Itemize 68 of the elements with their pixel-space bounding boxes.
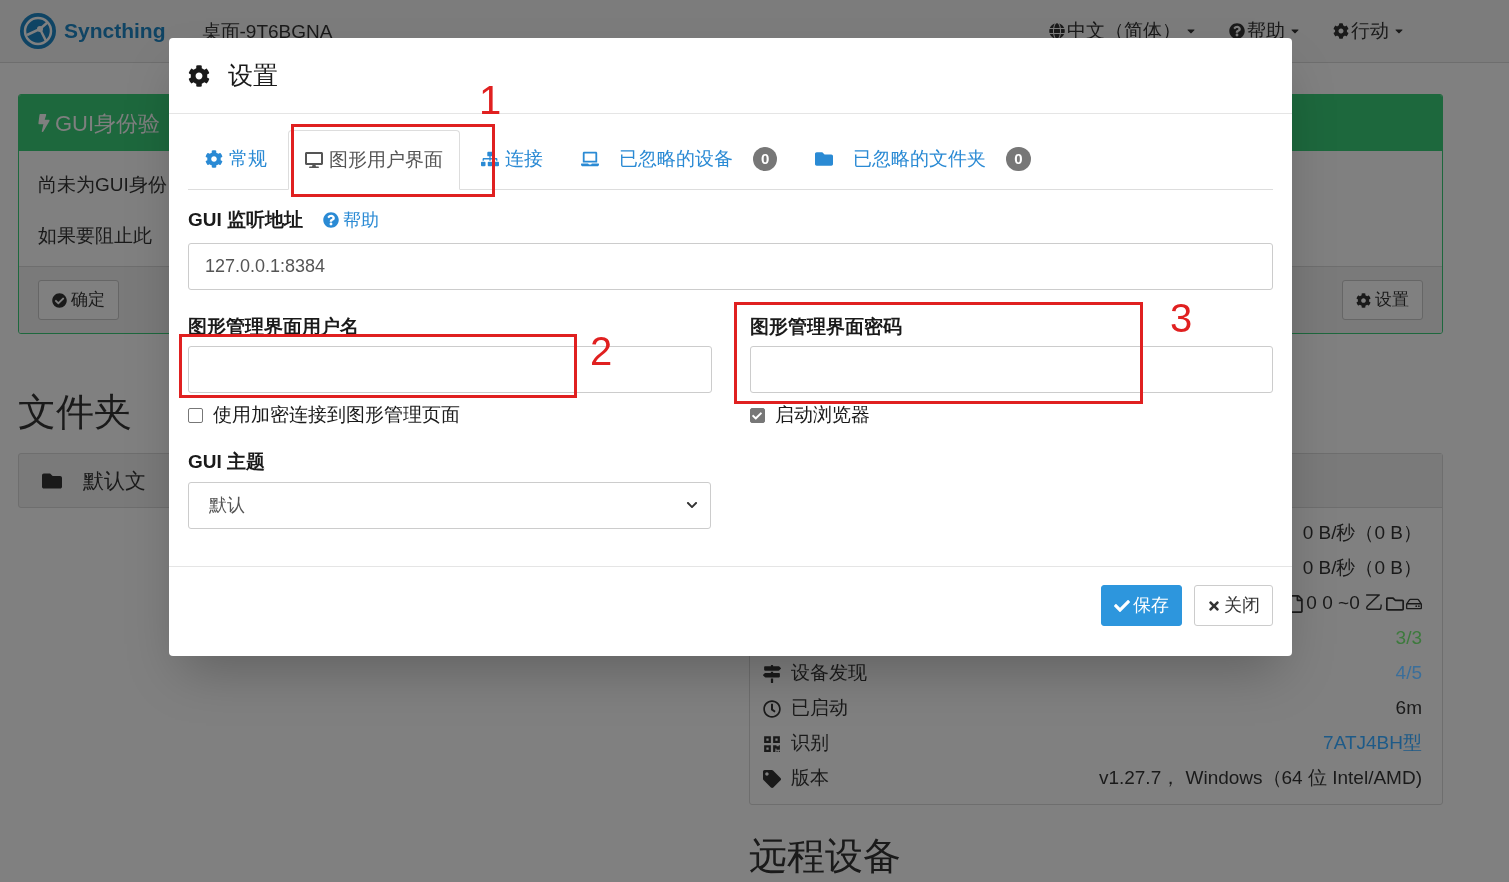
stat-value: v1.27.7， Windows（64 位 Intel/AMD) [1098,766,1422,791]
dialog-title: 设置 [228,59,278,91]
settings-icon [188,64,210,87]
help-icon [1229,23,1245,39]
stat-value: 0 0 ~0 乙 [1306,591,1384,616]
checkbox[interactable] [749,408,765,423]
checkbox[interactable] [188,408,203,423]
brand-name[interactable]: Syncthing [64,15,166,47]
password-field[interactable] [749,345,1273,393]
notice-text: 如果要阻止此 [38,223,153,248]
close-icon [1207,598,1221,613]
section-heading: 文件夹 [18,390,132,435]
globe-icon [1049,23,1065,39]
annotation-number: 1 [479,78,502,122]
signpost-icon [763,664,781,683]
help-icon [323,212,340,229]
tab[interactable]: 图形用户界面 [288,130,460,190]
nav-menu[interactable]: 帮助 [1229,16,1301,46]
count-badge: 0 [753,147,778,171]
check-icon [1114,597,1130,614]
theme-select[interactable]: 默认 [188,481,711,529]
qr-code-icon [763,734,781,753]
tab[interactable]: 已忽略的设备 0 [564,129,795,189]
network-icon [481,150,499,168]
notice-button[interactable]: 设置 [1342,280,1423,320]
notice-text: 尚未为GUI身份 [38,173,168,197]
folder-name: 默认文 [83,467,146,494]
nav-menu[interactable]: 行动 [1333,16,1405,46]
tag-icon [763,769,781,788]
stat-label: 识别 [791,731,829,756]
field-label: 图形管理界面密码 [749,314,902,339]
save-button[interactable]: 保存 [1101,585,1182,626]
chevron-down-icon [686,499,698,511]
stat-value: 4/5 [1395,661,1422,686]
bolt-icon [37,114,51,132]
laptop-icon [581,150,599,168]
section-heading: 远程设备 [749,834,901,879]
stat-label: 版本 [791,766,829,791]
notice-title: GUI身份验 [55,109,161,138]
address-field[interactable]: 127.0.0.1:8384 [188,242,1273,290]
stat-label: 设备发现 [791,661,867,686]
checkbox-label: 启动浏览器 [774,403,870,428]
stat-value: 0 B/秒（0 B） [1302,521,1422,546]
annotation-number: 2 [590,329,613,373]
stat-value: 7ATJ4BH型 [1323,731,1422,756]
count-badge: 0 [1006,147,1031,171]
settings-icon [1333,23,1349,39]
annotation-number: 3 [1170,296,1193,340]
field-label: GUI 监听地址 [188,208,304,232]
stat-label: 已启动 [791,696,848,721]
stat-value: 6m [1395,696,1422,721]
close-button[interactable]: 关闭 [1194,585,1273,626]
clock-icon [763,699,781,718]
help-link[interactable]: 帮助 [323,206,380,234]
folder-outline-icon [1386,594,1404,613]
settings-icon [1356,292,1371,308]
field-label: GUI 主题 [188,449,266,474]
logo-icon [18,11,58,51]
checkbox-label: 使用加密连接到图形管理页面 [213,403,460,428]
tab[interactable]: 已忽略的文件夹 0 [798,129,1048,189]
stat-value: 3/3 [1395,626,1422,651]
stat-value: 0 B/秒（0 B） [1302,556,1422,581]
monitor-icon [305,151,323,169]
settings-icon [205,150,223,168]
tab[interactable]: 常规 [188,129,284,189]
tab[interactable]: 连接 [464,129,560,189]
folder-icon [815,150,834,168]
notice-button[interactable]: 确定 [38,280,119,320]
